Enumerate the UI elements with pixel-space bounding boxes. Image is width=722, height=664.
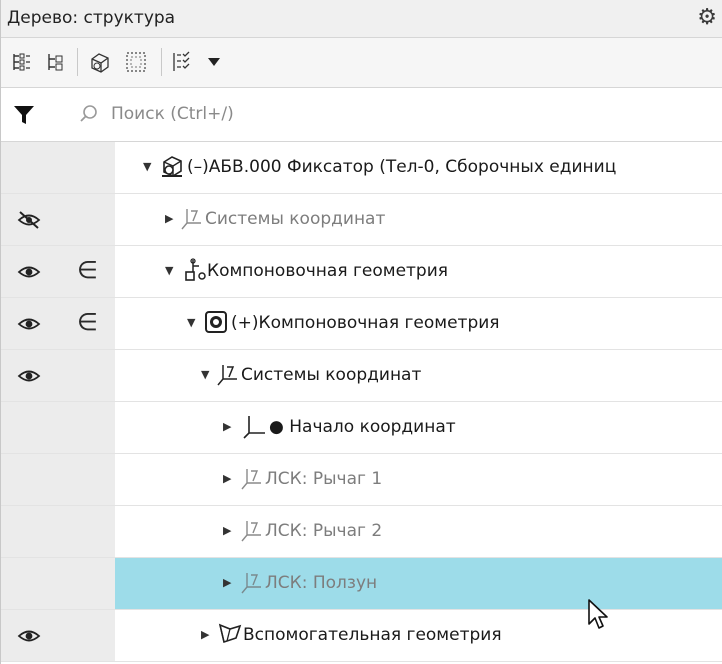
- tree-row-label: ЛСК: Рычаг 1: [265, 469, 383, 489]
- expand-arrow-icon[interactable]: ▼: [143, 161, 151, 173]
- row-gutter: [1, 558, 115, 609]
- tree-row-label: (+)Компоновочная геометрия: [231, 313, 500, 333]
- member-symbol: ∈: [77, 308, 98, 336]
- expand-arrow-icon[interactable]: ▼: [165, 265, 173, 277]
- tree-row-label: Вспомогательная геометрия: [243, 625, 502, 645]
- layout-geometry-icon: [181, 257, 207, 287]
- select-frame-icon[interactable]: [121, 47, 151, 77]
- collapse-arrow-icon[interactable]: ▶: [223, 473, 231, 485]
- collapse-arrow-icon[interactable]: ▶: [223, 421, 231, 433]
- component-icon: [203, 309, 229, 339]
- collapse-arrow-icon[interactable]: ▶: [201, 629, 209, 641]
- show-bodies-icon[interactable]: [85, 47, 115, 77]
- coordinate-system-icon: [217, 361, 241, 391]
- tree-view-structure-icon[interactable]: [41, 47, 71, 77]
- expand-arrow-icon[interactable]: ▼: [201, 369, 209, 381]
- search-bar: [1, 88, 722, 142]
- eye-icon[interactable]: [17, 366, 41, 390]
- tree-row[interactable]: ▶ ЛСК: Рычаг 2: [1, 506, 722, 558]
- row-gutter: [1, 506, 115, 557]
- auxiliary-geometry-icon: [217, 621, 243, 651]
- mouse-cursor-icon: [587, 598, 611, 636]
- funnel-filter-icon[interactable]: [7, 100, 41, 130]
- origin-icon: [241, 413, 267, 443]
- collapse-arrow-icon[interactable]: ▶: [165, 213, 173, 225]
- tree-row-label: Системы координат: [241, 365, 422, 385]
- row-gutter: [1, 194, 115, 245]
- structure-tree: ▼ (–)АБВ.000 Фиксатор (Тел-0, Сборочных …: [1, 142, 722, 662]
- tree-row-selected[interactable]: ▶ ЛСК: Ползун: [1, 558, 722, 610]
- tree-row[interactable]: ▶ ● Начало координат: [1, 402, 722, 454]
- local-cs-icon: [241, 465, 265, 495]
- toolbar-separator: [161, 48, 162, 76]
- toolbar-separator: [77, 48, 78, 76]
- eye-icon[interactable]: [17, 262, 41, 286]
- assembly-icon: [159, 153, 185, 183]
- tree-row[interactable]: ▼ (–)АБВ.000 Фиксатор (Тел-0, Сборочных …: [1, 142, 722, 194]
- structure-tree-panel: Дерево: структура ⚙ Поиск (Ctrl+/) ▼ (–)…: [0, 0, 722, 664]
- tree-toolbar: [1, 38, 722, 88]
- row-gutter: ∈: [1, 246, 115, 297]
- eye-hidden-icon[interactable]: [17, 210, 41, 234]
- tree-row[interactable]: ∈ ▼ (+)Компоновочная геометрия: [1, 298, 722, 350]
- tree-row[interactable]: ▶ ЛСК: Рычаг 1: [1, 454, 722, 506]
- expand-arrow-icon[interactable]: ▼: [187, 317, 195, 329]
- tree-row[interactable]: ▶ Вспомогательная геометрия: [1, 610, 722, 662]
- panel-title: Дерево: структура: [7, 8, 176, 28]
- row-gutter: [1, 454, 115, 505]
- row-gutter: [1, 350, 115, 401]
- tree-row[interactable]: ▶ Системы координат: [1, 194, 722, 246]
- collapse-arrow-icon[interactable]: ▶: [223, 525, 231, 537]
- row-gutter: [1, 610, 115, 661]
- local-cs-icon: [241, 569, 265, 599]
- tree-row[interactable]: ▼ Системы координат: [1, 350, 722, 402]
- local-cs-icon: [241, 517, 265, 547]
- coordinate-system-icon: [181, 205, 205, 235]
- tree-row-label: Компоновочная геометрия: [207, 261, 448, 281]
- gear-icon[interactable]: ⚙: [697, 6, 717, 30]
- eye-icon[interactable]: [17, 314, 41, 338]
- eye-icon[interactable]: [17, 626, 41, 650]
- row-gutter: ∈: [1, 298, 115, 349]
- collapse-arrow-icon[interactable]: ▶: [223, 577, 231, 589]
- search-input[interactable]: [77, 98, 711, 130]
- panel-header: Дерево: структура ⚙: [1, 0, 722, 38]
- tree-row-label: ЛСК: Рычаг 2: [265, 521, 383, 541]
- tree-row-label: (–)АБВ.000 Фиксатор (Тел-0, Сборочных ед…: [187, 157, 617, 177]
- member-symbol: ∈: [77, 256, 98, 284]
- row-gutter: [1, 402, 115, 453]
- row-gutter: [1, 142, 115, 193]
- filter-list-icon[interactable]: [167, 47, 197, 77]
- tree-view-list-icon[interactable]: [7, 47, 37, 77]
- tree-row-label: ЛСК: Ползун: [265, 573, 378, 593]
- tree-row[interactable]: ∈ ▼ Компоновочная геометрия: [1, 246, 722, 298]
- tree-row-label: ● Начало координат: [269, 417, 456, 437]
- dropdown-arrow-icon[interactable]: [199, 47, 229, 77]
- tree-row-label: Системы координат: [205, 209, 386, 229]
